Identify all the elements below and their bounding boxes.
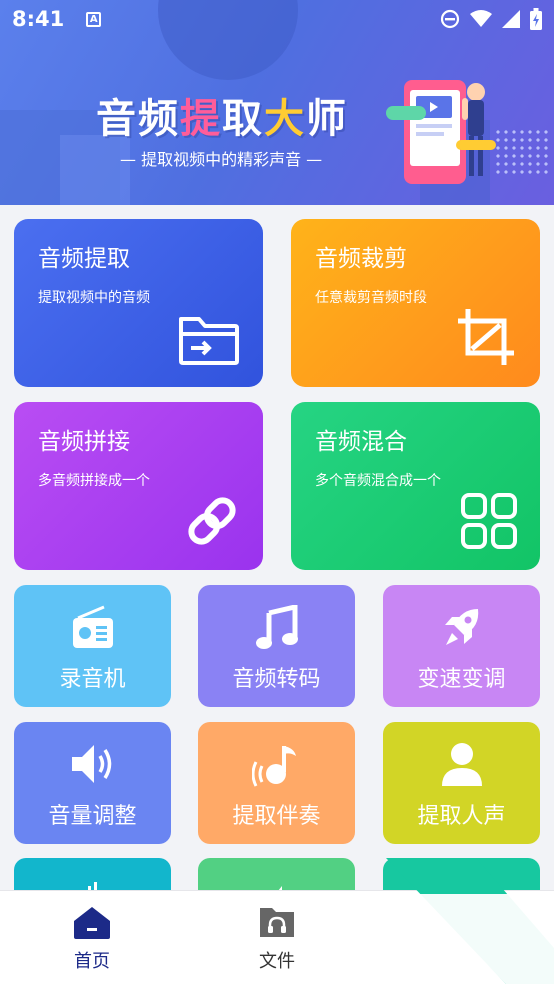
tile-label: 音频转码 — [232, 667, 321, 692]
banner-dots — [494, 128, 548, 176]
nav-label: 首页 — [74, 951, 110, 972]
banner-illustration — [386, 80, 496, 184]
notification-app-icon: A — [86, 11, 102, 27]
banner-title-char: 频 — [138, 96, 180, 142]
tile-label: 提取人声 — [417, 804, 506, 829]
nav-label: 文件 — [259, 951, 295, 972]
status-bar: 8:41 A — [0, 0, 554, 38]
music-note-icon — [255, 605, 298, 649]
audio-mix-card[interactable]: 音频混合 多个音频混合成一个 — [291, 402, 540, 570]
banner-title-char: 提 — [180, 96, 222, 142]
nav-files[interactable]: 文件 — [237, 905, 317, 973]
wifi-icon — [470, 10, 492, 27]
rocket-icon — [444, 609, 478, 645]
tile-label: 录音机 — [59, 667, 126, 692]
card-desc: 多音频拼接成一个 — [38, 473, 150, 489]
person-icon — [441, 743, 482, 786]
folder-audio-icon — [260, 908, 294, 937]
battery-icon — [530, 8, 542, 30]
status-icons — [440, 8, 542, 30]
recorder-tile[interactable]: 录音机 — [14, 585, 171, 707]
card-title: 音频混合 — [315, 429, 407, 455]
speaker-icon — [71, 745, 111, 783]
banner-title-char: 师 — [306, 96, 348, 142]
banner-title-char: 取 — [222, 96, 264, 142]
app-screen: 音频提取大师 — 提取视频中的精彩声音 — 8:41 A 音频提取 提取视频中的… — [0, 0, 554, 984]
accompaniment-icon — [251, 746, 296, 787]
audio-join-card[interactable]: 音频拼接 多音频拼接成一个 — [14, 402, 263, 570]
banner-title-char: 音 — [96, 96, 138, 142]
vocal-tile[interactable]: 提取人声 — [383, 722, 540, 844]
card-title: 音频裁剪 — [315, 246, 407, 272]
audio-cut-card[interactable]: 音频裁剪 任意裁剪音频时段 — [291, 219, 540, 387]
nav-home[interactable]: 首页 — [52, 905, 132, 973]
banner-title-char: 大 — [264, 96, 306, 142]
bottom-navigation: 首页 文件 — [0, 890, 554, 984]
accompaniment-tile[interactable]: 提取伴奏 — [198, 722, 355, 844]
card-desc: 任意裁剪音频时段 — [315, 290, 427, 306]
home-icon — [74, 907, 110, 939]
folder-import-icon — [179, 317, 239, 365]
banner-title: 音频提取大师 — [96, 86, 348, 144]
tile-label: 变速变调 — [417, 667, 506, 692]
banner-subtitle: — 提取视频中的精彩声音 — — [120, 150, 323, 169]
transcode-tile[interactable]: 音频转码 — [198, 585, 355, 707]
card-title: 音频拼接 — [38, 429, 130, 455]
speed-pitch-tile[interactable]: 变速变调 — [383, 585, 540, 707]
signal-icon — [502, 10, 520, 28]
dnd-icon — [440, 9, 460, 29]
status-time: 8:41 — [12, 7, 65, 31]
radio-icon — [72, 605, 113, 648]
card-title: 音频提取 — [38, 246, 130, 272]
card-desc: 多个音频混合成一个 — [315, 473, 441, 489]
tile-label: 音量调整 — [48, 804, 137, 829]
link-icon — [188, 497, 236, 545]
volume-tile[interactable]: 音量调整 — [14, 722, 171, 844]
audio-extract-card[interactable]: 音频提取 提取视频中的音频 — [14, 219, 263, 387]
crop-icon — [458, 309, 514, 365]
card-desc: 提取视频中的音频 — [38, 290, 150, 306]
grid-icon — [461, 493, 517, 549]
tile-label: 提取伴奏 — [232, 804, 321, 829]
